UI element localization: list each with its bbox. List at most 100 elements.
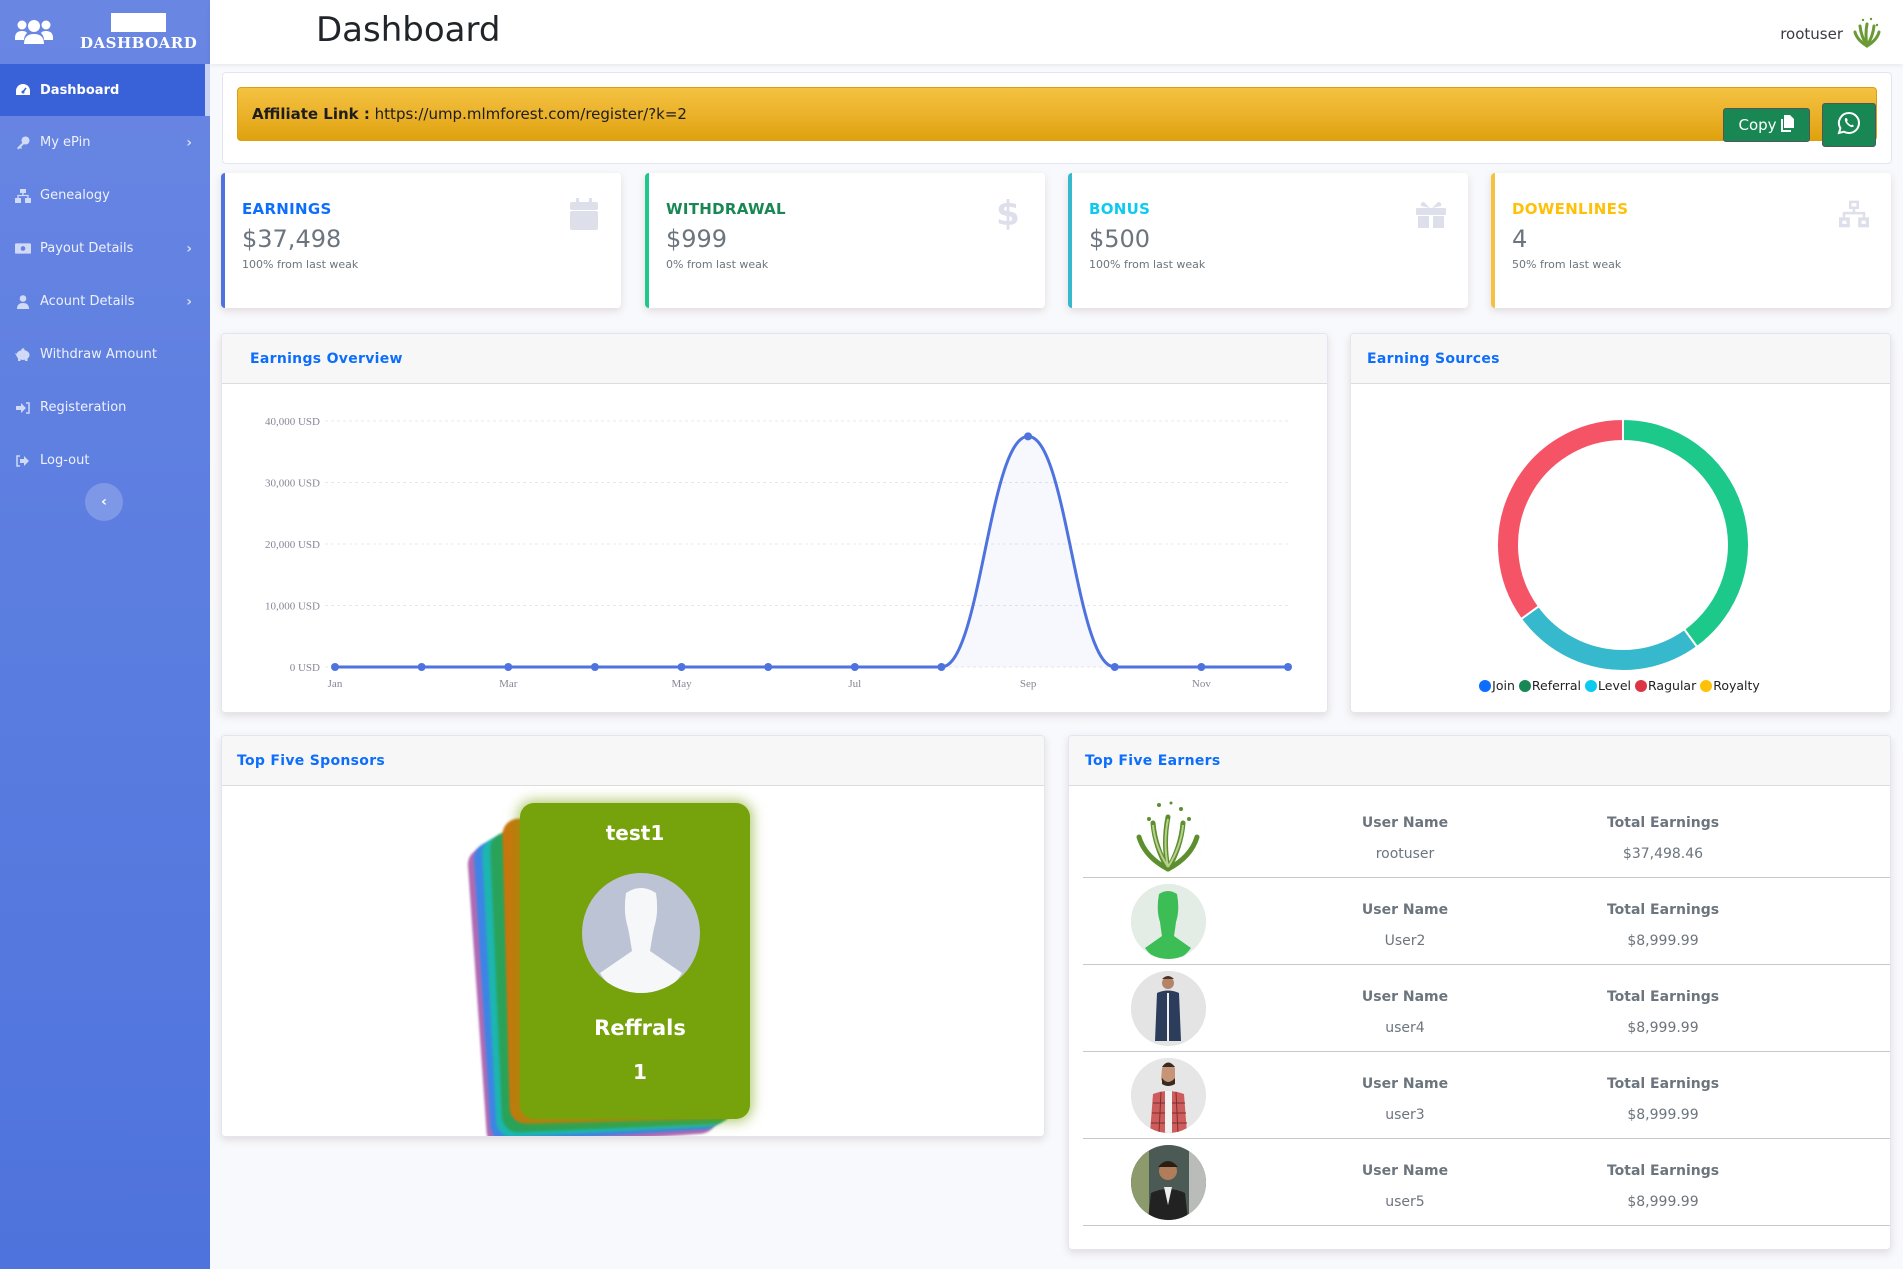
sitemap-icon [15,188,31,203]
user-name-header: User Name [1361,1163,1449,1179]
legend-label: Level [1598,678,1632,693]
top-earners-panel: Top Five Earners User Name rootuser Total … [1068,735,1891,1250]
legend-item[interactable]: Referral [1518,678,1581,693]
earner-row: User Name user5 Total Earnings $8,999.99 [1083,1139,1890,1226]
earning-sources-donut-chart [1496,417,1750,672]
sign-out-icon [15,454,31,468]
earner-avatar [1131,1058,1206,1133]
stat-change: 50% from last weak [1512,258,1622,271]
stat-change: 100% from last weak [1089,258,1206,271]
sidebar-item-account-details[interactable]: Acount Details › [0,275,210,328]
total-earnings-value: $8,999.99 [1627,1020,1699,1036]
legend-item[interactable]: Royalty [1700,678,1760,693]
data-point [937,663,946,671]
stat-value: 4 [1512,225,1528,253]
user-name-header: User Name [1361,989,1449,1005]
earner-avatar [1131,971,1206,1046]
earnings-line-chart: 0 USD 10,000 USD 20,000 USD 30,000 USD 40,00… [265,416,1292,690]
stat-card-bonus: BONUS $500 100% from last weak [1068,173,1468,308]
chart-legend: Join Referral Level Ragular Royalty [1351,678,1890,693]
stat-label: EARNINGS [242,200,332,218]
earnings-overview-panel: Earnings Overview 0 USD 10,000 USD 20,000 … [221,333,1328,713]
data-point [1197,663,1206,671]
sidebar-item-my-epin[interactable]: My ePin › [0,116,210,169]
data-point [1284,663,1292,671]
sponsor-card[interactable]: test1 Reffrals 1 [520,803,750,1119]
copy-button[interactable]: Copy [1723,108,1810,142]
sidebar-item-dashboard[interactable]: Dashboard [0,64,205,116]
panel-header: Earning Sources [1351,334,1890,384]
sidebar-item-payout-details[interactable]: Payout Details › [0,222,210,275]
total-earnings-value: $8,999.99 [1627,1107,1699,1123]
earner-row: User Name rootuser Total Earnings $37,498.4… [1083,791,1890,878]
data-point [331,663,339,671]
legend-swatch [1585,679,1598,692]
y-tick-label: 0 USD [290,662,320,674]
legend-swatch [1518,679,1531,692]
sitemap-icon [1839,198,1869,230]
sidebar-item-genealogy[interactable]: Genealogy [0,169,210,222]
affiliate-bar: Affiliate Link : https://ump.mlmforest.c… [237,87,1877,147]
sidebar-item-logout[interactable]: Log-out [0,434,210,487]
user-name-header: User Name [1361,902,1449,918]
sidebar-item-label: My ePin [40,135,91,150]
donut-slice [1496,417,1624,621]
earner-row: User Name user3 Total Earnings $8,999.99 [1083,1052,1890,1139]
brand-logo [111,12,167,32]
sidebar-item-label: Genealogy [40,188,110,203]
chevron-right-icon: › [186,293,192,310]
whatsapp-icon [1837,111,1861,139]
data-point [504,663,513,671]
y-tick-label: 10,000 USD [265,601,320,613]
legend-item[interactable]: Join [1479,678,1515,693]
copy-icon [1780,114,1795,136]
data-point [417,663,426,671]
key-icon [15,136,31,150]
sidebar-item-label: Withdraw Amount [40,347,157,362]
stat-change: 100% from last weak [242,258,359,271]
panel-header: Earnings Overview [222,334,1327,384]
stat-label: BONUS [1089,200,1151,218]
user-avatar [1851,16,1883,52]
top-sponsors-panel: Top Five Sponsors test1 Reffrals 1 [221,735,1045,1137]
total-earnings-value: $8,999.99 [1627,1194,1699,1210]
total-earnings-header: Total Earnings [1606,1076,1720,1092]
legend-item[interactable]: Ragular [1635,678,1696,693]
legend-label: Royalty [1713,678,1760,693]
affiliate-url[interactable]: https://ump.mlmforest.com/register/?k=2 [375,105,687,123]
stat-card-withdrawal: WITHDRAWAL $999 0% from last weak $ [645,173,1045,308]
sidebar-toggle-button[interactable]: ‹ [85,483,123,521]
earnings-line [334,434,1288,669]
chevron-left-icon: ‹ [101,494,107,510]
referrals-count: 1 [633,1060,647,1084]
sign-in-icon [15,401,31,415]
dollar-icon: $ [996,194,1020,234]
stat-label: DOWENLINES [1512,200,1629,218]
y-tick-label: 30,000 USD [265,478,320,490]
chevron-right-icon: › [186,134,192,151]
page-title: Dashboard [316,10,501,50]
earnings-area [335,436,1288,667]
brand[interactable]: DASHBOARD [0,0,210,64]
legend-item[interactable]: Level [1585,678,1631,693]
user-name-value: user4 [1385,1020,1425,1036]
panel-header: Top Five Sponsors [222,736,1044,786]
sidebar: DASHBOARD Dashboard My ePin › Genealogy … [0,0,210,1269]
user-menu[interactable]: rootuser [1780,16,1883,52]
user-name-header: User Name [1361,1076,1449,1092]
stat-value: $500 [1089,225,1151,253]
user-name-value: user3 [1385,1107,1425,1123]
users-icon [14,17,54,47]
sidebar-scrollbar[interactable] [205,64,210,116]
earner-avatar [1131,1145,1206,1220]
stat-value: $37,498 [242,225,342,253]
panel-title: Top Five Sponsors [237,752,386,769]
user-name-value: User2 [1384,933,1426,949]
whatsapp-share-button[interactable] [1822,103,1876,147]
affiliate-link-text[interactable]: Affiliate Link : https://ump.mlmforest.c… [252,105,687,123]
data-point [850,663,859,671]
sidebar-item-withdraw-amount[interactable]: Withdraw Amount [0,328,210,381]
sidebar-item-registeration[interactable]: Registeration [0,381,210,434]
x-tick-label: May [671,678,692,690]
x-tick-label: Nov [1192,678,1211,690]
